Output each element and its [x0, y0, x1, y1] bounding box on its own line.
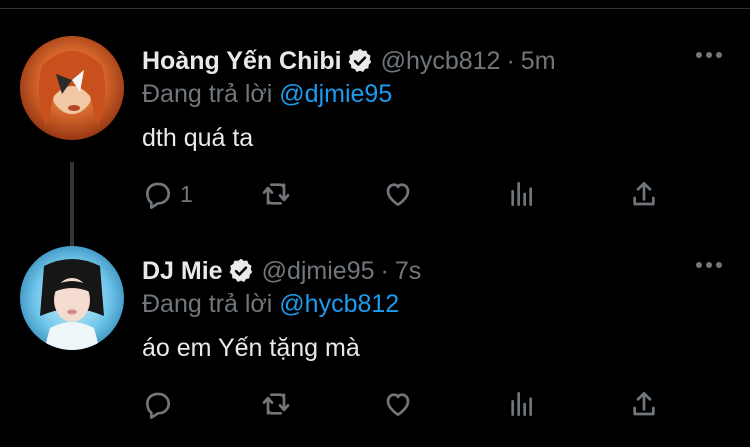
reply-count: 1 [180, 180, 193, 207]
author-name[interactable]: Hoàng Yến Chibi [142, 47, 342, 76]
views-icon [511, 182, 532, 206]
action-bar: 1 [142, 174, 662, 214]
views-icon [511, 392, 532, 416]
like-icon [386, 183, 410, 206]
separator-dot: · [380, 256, 389, 285]
avatar-portrait-blue-icon [20, 246, 124, 350]
replying-to: Đang trả lời @djmie95 [142, 80, 392, 109]
author-name[interactable]: DJ Mie [142, 257, 223, 286]
share-button[interactable] [628, 384, 660, 424]
author-handle[interactable]: @hycb812 [381, 47, 501, 76]
action-bar [142, 384, 662, 424]
like-button[interactable] [382, 384, 414, 424]
replying-to: Đang trả lời @hycb812 [142, 290, 399, 319]
avatar-portrait-orange-icon [20, 36, 124, 140]
share-icon [633, 182, 655, 206]
tweet-header: Hoàng Yến Chibi @hycb812 · 5m [142, 43, 556, 79]
more-icon[interactable] [696, 52, 722, 58]
tweet-header: DJ Mie @djmie95 · 7s [142, 253, 421, 289]
retweet-icon [262, 183, 290, 205]
author-handle[interactable]: @djmie95 [262, 257, 375, 286]
views-button[interactable] [506, 174, 538, 214]
more-icon[interactable] [696, 262, 722, 268]
reply-icon [146, 182, 170, 209]
replying-mention[interactable]: @hycb812 [279, 290, 399, 318]
retweet-button[interactable] [260, 384, 292, 424]
views-button[interactable] [506, 384, 538, 424]
avatar[interactable] [20, 246, 124, 350]
timestamp[interactable]: 7s [395, 257, 421, 286]
replying-prefix: Đang trả lời [142, 290, 273, 318]
timestamp[interactable]: 5m [521, 47, 556, 76]
avatar[interactable] [20, 36, 124, 140]
retweet-icon [262, 393, 290, 415]
reply-icon [146, 392, 170, 419]
replying-mention[interactable]: @djmie95 [279, 80, 392, 108]
like-icon [386, 393, 410, 416]
top-divider [0, 8, 750, 9]
reply-button[interactable]: 1 [142, 174, 193, 214]
tweet-text: dth quá ta [142, 124, 254, 152]
verified-badge-icon [229, 258, 252, 282]
share-icon [633, 392, 655, 416]
replying-prefix: Đang trả lời [142, 80, 273, 108]
separator-dot: · [506, 46, 515, 75]
retweet-button[interactable] [260, 174, 292, 214]
tweet-text: áo em Yến tặng mà [142, 334, 360, 362]
reply-button[interactable] [142, 384, 180, 424]
tweet[interactable]: Hoàng Yến Chibi @hycb812 · 5m Đang trả l… [0, 22, 750, 250]
share-button[interactable] [628, 174, 660, 214]
like-button[interactable] [382, 174, 414, 214]
verified-badge-icon [348, 48, 371, 72]
tweet[interactable]: DJ Mie @djmie95 · 7s Đang trả lời @hycb8… [0, 232, 750, 447]
